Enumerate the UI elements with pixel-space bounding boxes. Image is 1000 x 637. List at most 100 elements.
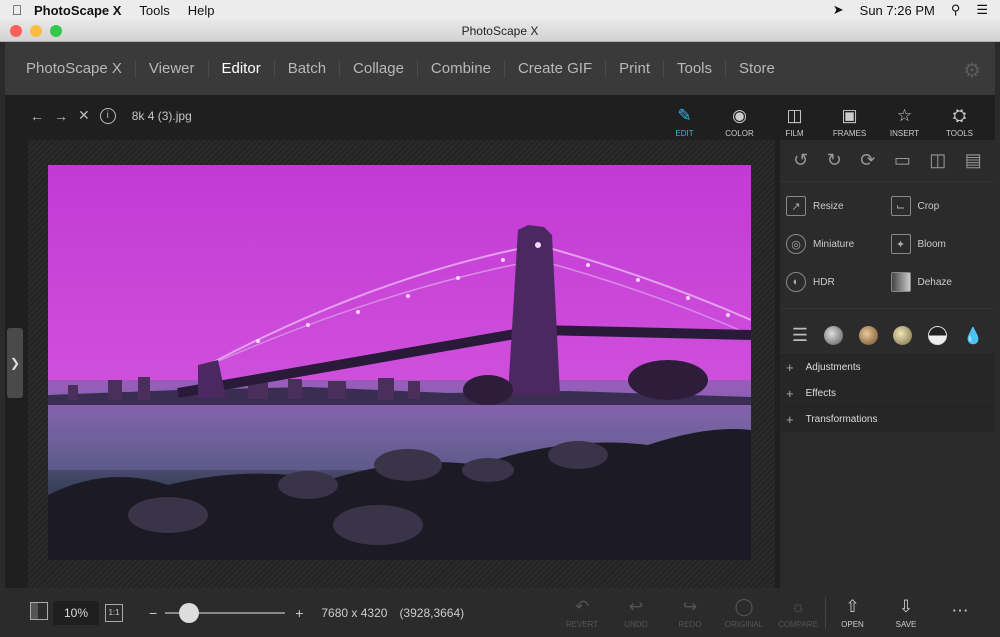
accordion-adjustments[interactable]: + Adjustments <box>780 354 995 380</box>
photo-image <box>48 165 751 560</box>
redo-button[interactable]: ↪ REDO <box>663 597 717 629</box>
crop-icon: ⌙ <box>890 196 911 216</box>
app-menu[interactable]: PhotoScape X <box>34 3 121 18</box>
file-name: 8k 4 (3).jpg <box>131 108 192 123</box>
open-button[interactable]: ⇧ OPEN <box>825 596 879 629</box>
rotate-left-icon[interactable]: ↺ <box>793 150 808 171</box>
tab-create-gif[interactable]: Create GIF <box>505 59 607 78</box>
menu-help[interactable]: Help <box>188 3 215 18</box>
file-bar: ← → ✕ i 8k 4 (3).jpg <box>30 107 192 124</box>
apple-menu-icon[interactable]:  <box>0 2 34 18</box>
tab-viewer[interactable]: Viewer <box>136 59 209 78</box>
miniature-button[interactable]: ◎ Miniature <box>786 234 891 254</box>
insert-star-icon: ☆ <box>896 106 913 125</box>
dehaze-button[interactable]: Dehaze <box>890 272 996 292</box>
frames-tool-button[interactable]: ▣ FRAMES <box>822 98 877 138</box>
film-tool-button[interactable]: ◫ FILM <box>767 98 822 138</box>
menu-tools[interactable]: Tools <box>139 3 169 18</box>
insert-tool-button[interactable]: ☆ INSERT <box>877 98 932 138</box>
revert-button[interactable]: ↶ REVERT <box>555 597 609 629</box>
rotate-flip-toolbar: ↺ ↻ ⟳ ▭ ◫ ▤ <box>780 140 995 182</box>
palette-icon: ⛭ <box>952 106 967 125</box>
film-icon: ◫ <box>786 106 803 125</box>
zoom-slider[interactable] <box>165 602 286 623</box>
bottom-actions: ↶ REVERT ↩ UNDO ↪ REDO ◯ ORIGINAL ☼ COMPARE ⇧… <box>555 596 995 629</box>
download-icon: ⇩ <box>898 596 914 616</box>
plus-icon: + <box>786 412 794 427</box>
edit-pencil-icon: ✎ <box>677 106 692 125</box>
straighten-icon[interactable]: ⟳ <box>860 150 875 171</box>
effects-grid: ↗ Resize ⌙ Crop ◎ Miniature ✦ Bloom ◐ HDR Deh… <box>780 182 995 292</box>
compare-button[interactable]: ☼ COMPARE <box>771 597 825 629</box>
sidebar-expand-toggle[interactable]: ❯ <box>7 328 23 398</box>
right-edit-panel: ↺ ↻ ⟳ ▭ ◫ ▤ ↗ Resize ⌙ Crop ◎ Miniature ✦ Bl… <box>780 140 995 588</box>
editor-workarea: ← → ✕ i 8k 4 (3).jpg ✎ EDIT ◉ COLOR ◫ FILM … <box>5 95 995 637</box>
tab-editor[interactable]: Editor <box>209 59 275 78</box>
cursor-icon: ➤ <box>832 2 844 17</box>
perspective-icon[interactable]: ▭ <box>894 150 911 171</box>
undo-button[interactable]: ↩ UNDO <box>609 597 663 629</box>
editor-mode-toolbar: ✎ EDIT ◉ COLOR ◫ FILM ▣ FRAMES ☆ INSERT ⛭ TOOL… <box>657 98 987 138</box>
info-icon[interactable]: i <box>99 107 116 124</box>
accordion-effects[interactable]: + Effects <box>780 380 995 406</box>
main-nav: PhotoScape X Viewer Editor Batch Collage… <box>5 42 995 95</box>
clock: Sun 7:26 PM <box>859 2 935 18</box>
zoom-level[interactable]: 10% <box>53 600 99 625</box>
zoom-window-button[interactable] <box>50 25 62 37</box>
close-file-icon[interactable]: ✕ <box>78 107 90 124</box>
rotate-right-icon[interactable]: ↻ <box>827 150 842 171</box>
back-arrow-icon[interactable]: ← <box>30 108 44 124</box>
edit-tool-button[interactable]: ✎ EDIT <box>657 98 712 138</box>
tab-print[interactable]: Print <box>606 59 664 78</box>
resize-button[interactable]: ↗ Resize <box>786 196 891 216</box>
resize-icon: ↗ <box>786 196 806 216</box>
filter-sepia-icon[interactable] <box>858 326 878 345</box>
actual-size-button[interactable]: 1:1 <box>105 603 123 622</box>
panel-layout-icon[interactable] <box>30 602 48 620</box>
hdr-button[interactable]: ◐ HDR <box>786 272 891 292</box>
plus-icon: + <box>786 360 794 375</box>
filter-gray-icon[interactable] <box>823 326 843 345</box>
notification-list-icon[interactable]: ☰ <box>976 2 988 18</box>
zoom-out-icon[interactable]: − <box>149 605 157 621</box>
accordion-transformations[interactable]: + Transformations <box>780 406 995 432</box>
settings-gear-icon[interactable]: ⚙ <box>963 58 981 83</box>
tab-collage[interactable]: Collage <box>340 59 418 78</box>
tab-tools[interactable]: Tools <box>664 59 727 78</box>
original-icon: ◯ <box>734 596 754 616</box>
color-tool-button[interactable]: ◉ COLOR <box>712 98 767 138</box>
hdr-icon: ◐ <box>786 272 806 292</box>
image-canvas[interactable] <box>28 140 775 588</box>
filter-presets-row: ☰ 💧 <box>780 308 995 354</box>
list-icon[interactable]: ☰ <box>792 325 808 346</box>
bridge-photo-illustration <box>48 165 751 560</box>
window-titlebar: PhotoScape X <box>0 20 1000 42</box>
bloom-icon: ✦ <box>890 234 911 254</box>
zoom-in-icon[interactable]: + <box>295 605 303 621</box>
spotlight-search-icon[interactable]: ⚲ <box>951 2 961 18</box>
forward-arrow-icon[interactable]: → <box>54 108 68 124</box>
tab-photoscape-x[interactable]: PhotoScape X <box>13 59 136 78</box>
revert-icon: ↶ <box>574 596 590 616</box>
save-button[interactable]: ⇩ SAVE <box>879 597 933 629</box>
image-dimensions: 7680 x 4320 <box>321 605 388 620</box>
flip-vertical-icon[interactable]: ▤ <box>965 150 982 171</box>
filter-warm-icon[interactable] <box>893 326 913 345</box>
original-button[interactable]: ◯ ORIGINAL <box>717 597 771 629</box>
tab-batch[interactable]: Batch <box>275 59 341 78</box>
tab-combine[interactable]: Combine <box>418 59 505 78</box>
crop-button[interactable]: ⌙ Crop <box>890 196 996 216</box>
minimize-window-button[interactable] <box>30 25 42 37</box>
plus-icon: + <box>786 386 794 401</box>
close-window-button[interactable] <box>10 25 22 37</box>
compare-icon: ☼ <box>790 596 806 616</box>
tools-tool-button[interactable]: ⛭ TOOLS <box>932 98 987 138</box>
drop-icon[interactable]: 💧 <box>963 326 983 346</box>
window-title: PhotoScape X <box>461 23 539 38</box>
bloom-button[interactable]: ✦ Bloom <box>890 234 996 254</box>
flip-horizontal-icon[interactable]: ◫ <box>929 150 946 171</box>
filter-contrast-icon[interactable] <box>928 326 948 345</box>
more-button[interactable]: ⋯ <box>933 601 987 624</box>
zoom-slider-knob[interactable] <box>179 602 200 623</box>
tab-store[interactable]: Store <box>726 60 788 78</box>
